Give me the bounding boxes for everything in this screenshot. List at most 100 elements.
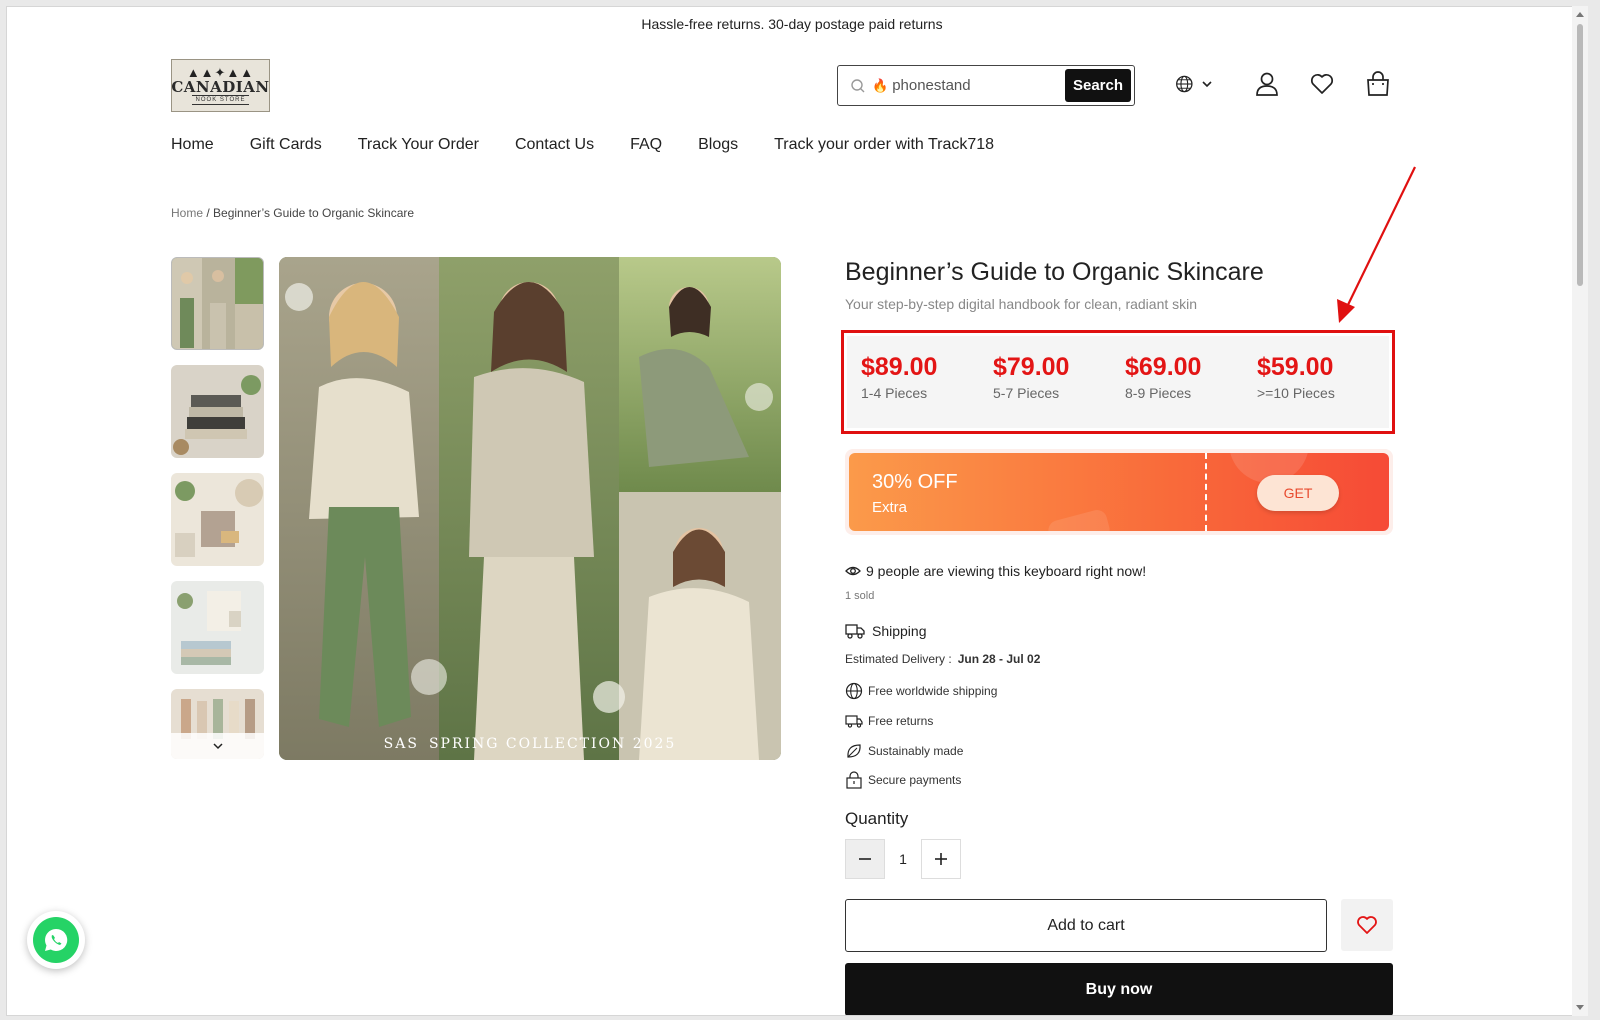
- chevron-down-icon: [212, 743, 223, 750]
- tier-2: $79.00 5-7 Pieces: [993, 336, 1125, 428]
- store-logo[interactable]: ▲▲✦▲▲ CANADIAN NOOK STORE: [171, 59, 270, 112]
- quantity-decrease-button[interactable]: [845, 839, 885, 879]
- page-scrollbar[interactable]: [1572, 6, 1588, 1016]
- tier-1: $89.00 1-4 Pieces: [861, 336, 993, 428]
- feature-free-returns: Free returns: [845, 712, 933, 730]
- announcement-bar: Hassle-free returns. 30-day postage paid…: [641, 16, 943, 32]
- quantity-value[interactable]: 1: [885, 851, 921, 867]
- nav-home[interactable]: Home: [171, 133, 214, 157]
- breadcrumb: Home / Beginner’s Guide to Organic Skinc…: [171, 206, 414, 220]
- globe-icon: [845, 682, 863, 700]
- feature-text: Sustainably made: [868, 744, 964, 758]
- tier-pricing-highlight: $89.00 1-4 Pieces $79.00 5-7 Pieces $69.…: [841, 330, 1395, 434]
- logo-text: CANADIAN: [171, 78, 270, 96]
- shipping-label: Shipping: [872, 623, 927, 639]
- truck-icon: [845, 624, 865, 639]
- quantity-stepper: 1: [845, 839, 961, 879]
- quantity-increase-button[interactable]: [921, 839, 961, 879]
- thumbnail-5[interactable]: [171, 689, 264, 759]
- thumbnail-1[interactable]: [171, 257, 264, 350]
- nav-gift-cards[interactable]: Gift Cards: [250, 133, 322, 157]
- coupon-label: Extra: [872, 499, 908, 516]
- quantity-label: Quantity: [845, 809, 909, 828]
- tier-price: $69.00: [1125, 353, 1202, 381]
- browser-page: Hassle-free returns. 30-day postage paid…: [6, 6, 1588, 1016]
- product-title: Beginner’s Guide to Organic Skincare: [845, 258, 1264, 286]
- scrollbar-thumb[interactable]: [1577, 24, 1583, 286]
- scroll-up-icon[interactable]: [1576, 12, 1584, 17]
- sold-count: 1 sold: [845, 590, 875, 602]
- tier-qty: 1-4 Pieces: [861, 385, 928, 401]
- whatsapp-chat-button[interactable]: [27, 911, 85, 969]
- feature-text: Secure payments: [868, 773, 962, 787]
- product-subtitle: Your step-by-step digital handbook for c…: [845, 296, 1198, 312]
- viewer-count-text: 9 people are viewing this keyboard right…: [866, 563, 1147, 579]
- scroll-down-icon[interactable]: [1576, 1005, 1584, 1010]
- estimated-value: Jun 28 - Jul 02: [957, 652, 1041, 666]
- breadcrumb-separator: /: [203, 206, 214, 220]
- heart-icon: [1357, 916, 1377, 934]
- add-to-cart-button[interactable]: Add to cart: [845, 899, 1327, 952]
- logo-subtext: NOOK STORE: [191, 95, 250, 105]
- account-button[interactable]: [1254, 69, 1280, 99]
- thumbnail-4[interactable]: [171, 581, 264, 674]
- feature-worldwide-shipping: Free worldwide shipping: [845, 682, 997, 700]
- feature-secure-payments: Secure payments: [845, 771, 961, 789]
- tier-3: $69.00 8-9 Pieces: [1125, 336, 1257, 428]
- nav-contact-us[interactable]: Contact Us: [515, 133, 594, 157]
- search-box: 🔥 Search: [837, 65, 1135, 106]
- coupon-card: 30% OFF Extra GET: [845, 449, 1393, 535]
- wishlist-button[interactable]: [1309, 69, 1335, 99]
- thumbnail-strip: [171, 257, 264, 774]
- feature-sustainably-made: Sustainably made: [845, 742, 963, 760]
- main-nav: Home Gift Cards Track Your Order Contact…: [171, 133, 1030, 157]
- coupon-body: 30% OFF Extra GET: [849, 453, 1389, 531]
- fire-icon: 🔥: [872, 77, 889, 93]
- bag-icon: [1367, 71, 1389, 96]
- tier-qty: 8-9 Pieces: [1125, 385, 1192, 401]
- nav-track718[interactable]: Track your order with Track718: [774, 133, 994, 157]
- heart-icon: [1310, 73, 1334, 94]
- delivery-truck-icon: [845, 715, 863, 728]
- breadcrumb-home[interactable]: Home: [171, 206, 203, 220]
- caption-brand: SAS: [383, 736, 419, 752]
- cart-button[interactable]: [1365, 69, 1391, 99]
- tier-pricing: $89.00 1-4 Pieces $79.00 5-7 Pieces $69.…: [847, 336, 1389, 428]
- thumbnail-2[interactable]: [171, 365, 264, 458]
- language-selector[interactable]: [1175, 69, 1213, 99]
- user-icon: [1256, 72, 1278, 96]
- viewer-count: 9 people are viewing this keyboard right…: [845, 563, 1146, 579]
- minus-icon: [859, 858, 871, 860]
- globe-icon: [1176, 75, 1193, 93]
- tier-4: $59.00 >=10 Pieces: [1257, 336, 1389, 428]
- coupon-percent: 30% OFF: [872, 471, 958, 493]
- main-product-image[interactable]: SAS SPRING COLLECTION 2025: [279, 257, 781, 760]
- caption-text: SPRING COLLECTION 2025: [428, 736, 677, 752]
- feature-text: Free worldwide shipping: [868, 684, 998, 698]
- nav-faq[interactable]: FAQ: [630, 133, 662, 157]
- thumbnail-scroll-down[interactable]: [171, 733, 264, 759]
- search-icon: [851, 78, 865, 92]
- plus-icon: [935, 853, 947, 865]
- buy-now-button[interactable]: Buy now: [845, 963, 1393, 1015]
- search-button[interactable]: Search: [1065, 69, 1131, 102]
- estimated-label: Estimated Delivery :: [845, 652, 952, 666]
- search-input[interactable]: [892, 77, 1053, 94]
- coupon-get-button[interactable]: GET: [1257, 475, 1339, 511]
- chevron-down-icon: [1202, 81, 1212, 88]
- tier-qty: >=10 Pieces: [1257, 385, 1335, 401]
- thumbnail-3[interactable]: [171, 473, 264, 566]
- feature-text: Free returns: [868, 714, 934, 728]
- estimated-delivery: Estimated Delivery : Jun 28 - Jul 02: [845, 652, 1040, 666]
- tier-price: $79.00: [993, 353, 1070, 381]
- add-to-wishlist-button[interactable]: [1341, 899, 1393, 951]
- annotation-arrow-icon: [1337, 166, 1416, 323]
- image-caption: SAS SPRING COLLECTION 2025: [279, 736, 781, 752]
- whatsapp-icon: [33, 917, 79, 963]
- nav-track-order[interactable]: Track Your Order: [358, 133, 479, 157]
- shipping-heading: Shipping: [845, 622, 927, 640]
- nav-blogs[interactable]: Blogs: [698, 133, 738, 157]
- product-photo: [279, 257, 781, 760]
- breadcrumb-current: Beginner’s Guide to Organic Skincare: [213, 206, 415, 220]
- tier-qty: 5-7 Pieces: [993, 385, 1060, 401]
